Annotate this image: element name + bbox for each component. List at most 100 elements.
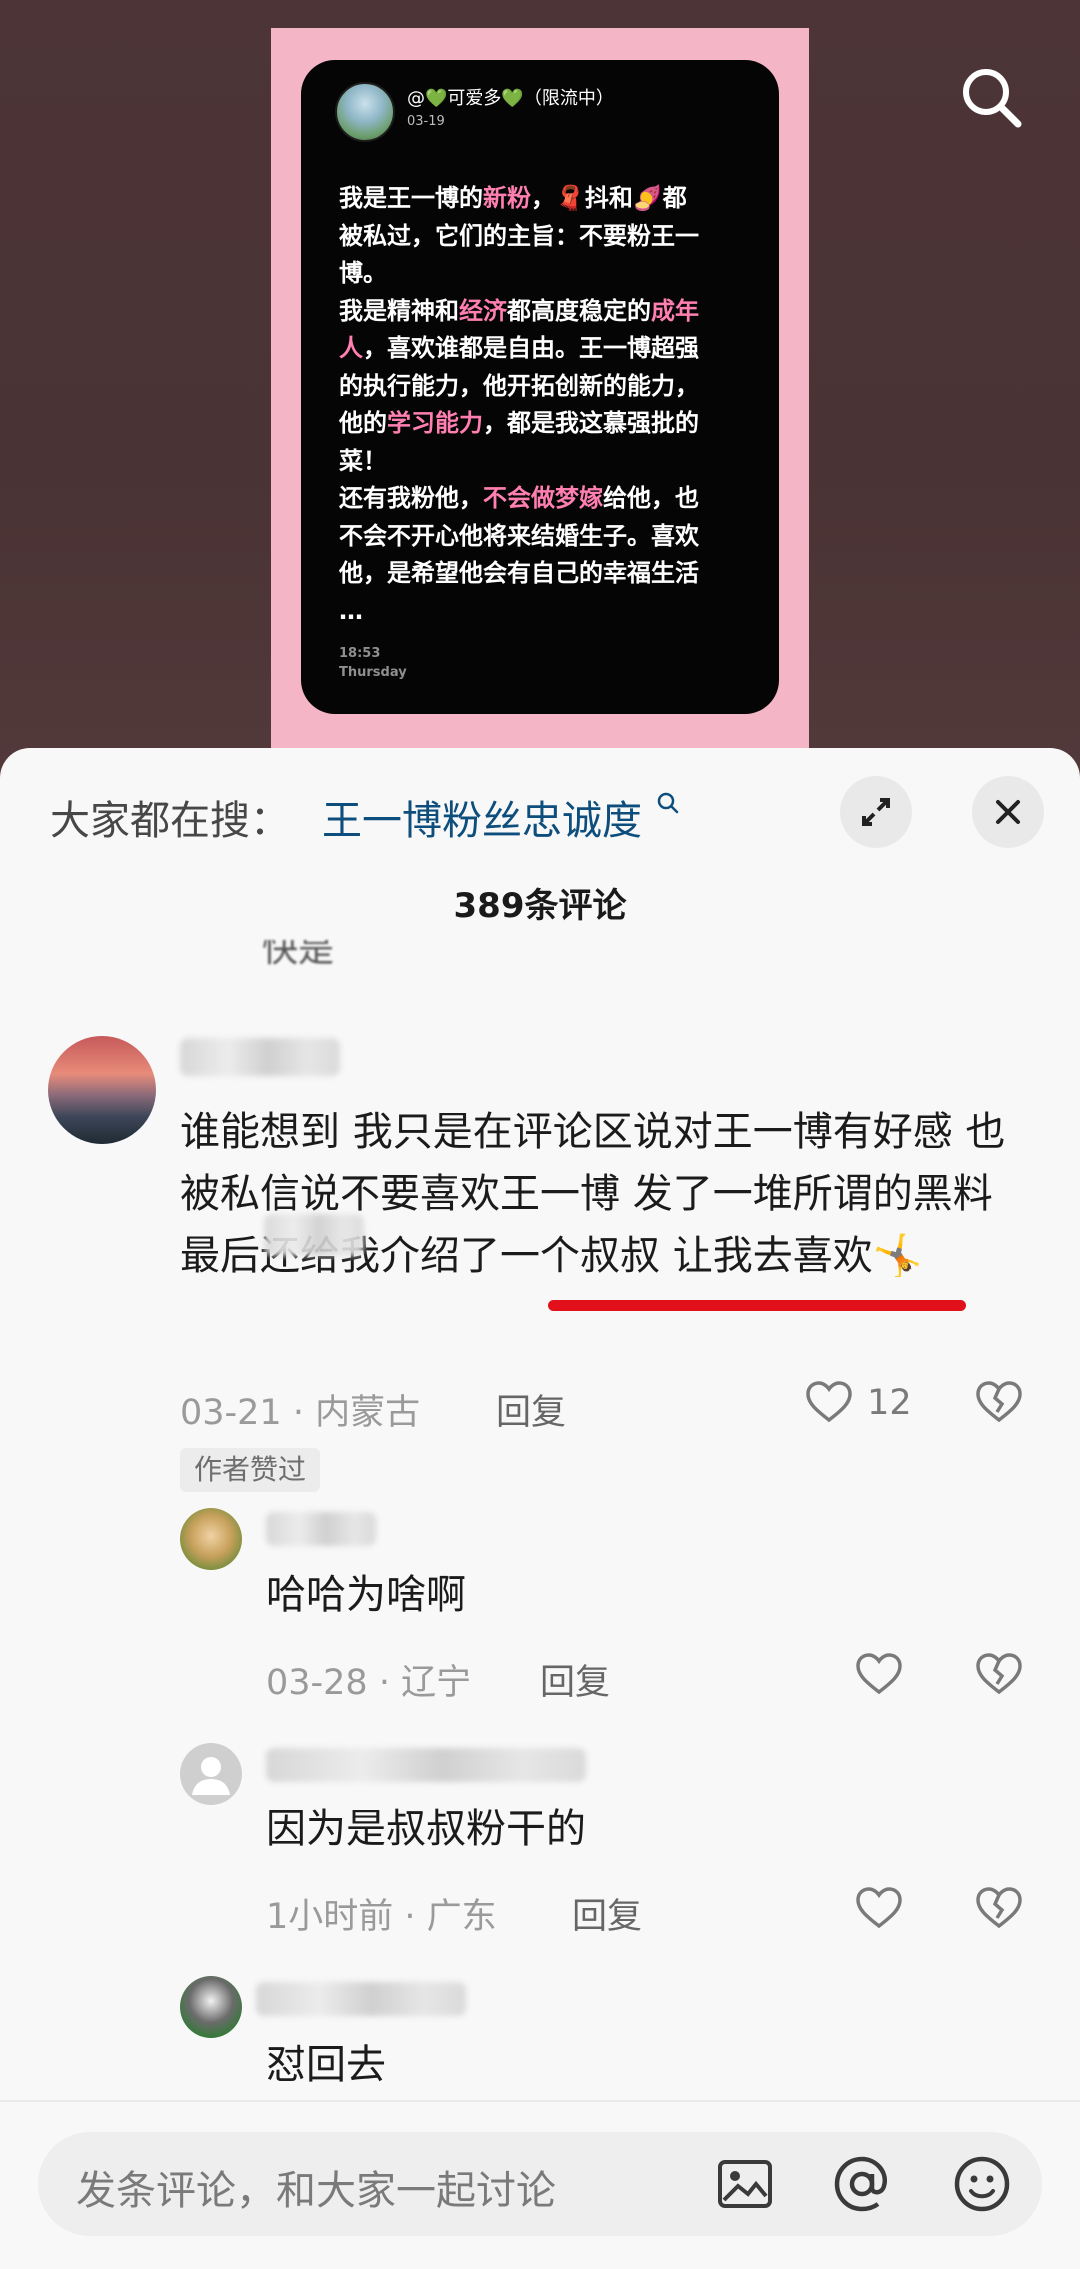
like-button[interactable]: 12: [804, 1378, 912, 1428]
reply-meta: 03-28 · 辽宁: [266, 1663, 472, 1703]
avatar[interactable]: [180, 1976, 242, 2038]
broken-heart-icon: [976, 1381, 1022, 1423]
card-text-segment: 的执行能力，他开拓创新的能力，: [339, 371, 699, 400]
comment-text: 谁能想到 我只是在评论区说对王一博有好感 也被私信说不要喜欢王一博 发了一堆所谓…: [180, 1109, 1006, 1279]
broken-heart-icon: [976, 1887, 1022, 1929]
card-text-segment: ，喜欢谁都是自由。王一博超强: [363, 334, 699, 362]
card-text-segment: 被私过，它们的主旨：不要粉王一: [339, 221, 699, 250]
comment-input[interactable]: 发条评论，和大家一起讨论: [38, 2132, 1042, 2236]
reply-location: 辽宁: [401, 1663, 472, 1703]
card-text-line: 他，是希望他会有自己的幸福生活: [339, 555, 751, 593]
card-text-segment: 菜！: [339, 446, 387, 475]
heart-icon: [856, 1653, 902, 1695]
card-text-line: 我是精神和经济都高度稳定的成年: [339, 293, 751, 331]
redaction-mark: [264, 1214, 364, 1256]
card-text-segment: 还有我粉他，: [339, 484, 483, 512]
avatar[interactable]: [180, 1743, 242, 1805]
previous-comment-fragment: 快是: [262, 940, 335, 966]
reply-date: 1小时前: [266, 1897, 394, 1937]
heart-icon: [856, 1887, 902, 1929]
dislike-button[interactable]: [974, 1650, 1024, 1704]
card-text-segment: 我是精神和: [339, 296, 459, 325]
card-text-segment: 他的: [339, 409, 387, 437]
image-button[interactable]: [716, 2156, 774, 2216]
highlighted-phrase: 学习能力: [387, 409, 483, 437]
avatar[interactable]: [180, 1508, 242, 1570]
reply-date: 03-28: [266, 1663, 368, 1703]
card-text-segment: …: [339, 596, 363, 625]
username-redacted[interactable]: [180, 1038, 340, 1076]
search-icon[interactable]: [956, 62, 1028, 134]
dislike-button[interactable]: [974, 1378, 1024, 1432]
username-redacted[interactable]: [266, 1512, 376, 1546]
reply-text: 因为是叔叔粉干的: [266, 1806, 586, 1852]
hot-search-term[interactable]: 王一博粉丝忠诚度: [322, 788, 681, 846]
like-count: 12: [867, 1383, 912, 1423]
card-weekday: Thursday: [339, 665, 407, 680]
card-text-line: …: [339, 593, 751, 631]
reply-text: 哈哈为啥啊: [266, 1572, 466, 1618]
like-button[interactable]: [854, 1650, 904, 1704]
username-redacted[interactable]: [256, 1982, 466, 2016]
card-text-segment: 都高度稳定的: [507, 296, 651, 325]
hot-search-label: 大家都在搜：: [50, 798, 290, 844]
author-liked-badge: 作者赞过: [180, 1448, 321, 1492]
comment-count: 389条评论: [453, 886, 627, 926]
reply-button[interactable]: 回复: [572, 1888, 642, 1939]
emoji-button[interactable]: [952, 2154, 1012, 2218]
card-text-line: 被私过，它们的主旨：不要粉王一: [339, 218, 751, 256]
close-icon: [996, 800, 1020, 824]
emoji-icon: [954, 2156, 1010, 2212]
expand-button[interactable]: [840, 776, 912, 848]
highlighted-phrase: 不会做梦嫁: [483, 484, 603, 512]
card-text-segment: 我是王一博的: [339, 184, 483, 212]
card-text-line: 不会不开心他将来结婚生子。喜欢: [339, 518, 751, 556]
card-text-line: 博。: [339, 255, 751, 293]
default-avatar-icon: [192, 1757, 230, 1795]
card-text-segment: 给他，也: [603, 484, 699, 512]
dislike-button[interactable]: [974, 1884, 1024, 1938]
close-button[interactable]: [972, 776, 1044, 848]
broken-heart-icon: [976, 1653, 1022, 1695]
card-date: 03-19: [407, 114, 445, 129]
card-time: 18:53: [339, 646, 381, 661]
highlighted-phrase: 新粉: [483, 184, 531, 212]
comments-sheet: 大家都在搜： 王一博粉丝忠诚度 389条评论 快是 谁能想到 我只是在评论区说对…: [0, 748, 1080, 2269]
card-text-line: 的执行能力，他开拓创新的能力，: [339, 368, 751, 406]
image-icon: [718, 2160, 772, 2208]
highlighted-phrase: 成年: [651, 296, 699, 325]
card-text-line: 人，喜欢谁都是自由。王一博超强: [339, 330, 751, 368]
card-text-segment: ，🧣抖和🍠都: [531, 184, 687, 212]
highlighted-phrase: 人: [339, 334, 363, 362]
like-button[interactable]: [854, 1884, 904, 1938]
comment-input-placeholder[interactable]: 发条评论，和大家一起讨论: [76, 2158, 556, 2216]
reply-button[interactable]: 回复: [540, 1654, 610, 1705]
video-area[interactable]: @💚可爱多💚（限流中） 03-19 我是王一博的新粉，🧣抖和🍠都被私过，它们的主…: [0, 0, 1080, 780]
card-text-segment: 不会不开心他将来结婚生子。喜欢: [339, 521, 699, 550]
card-text-line: 菜！: [339, 443, 751, 481]
red-underline-annotation: [548, 1300, 966, 1311]
comment-date: 03-21: [180, 1393, 282, 1433]
search-small-icon: [657, 792, 678, 814]
card-text: 我是王一博的新粉，🧣抖和🍠都被私过，它们的主旨：不要粉王一博。 我是精神和经济都高…: [339, 180, 751, 630]
expand-icon: [862, 798, 890, 826]
avatar[interactable]: [48, 1036, 156, 1144]
reply-meta: 1小时前 · 广东: [266, 1897, 497, 1937]
card-text-segment: 他，是希望他会有自己的幸福生活: [339, 559, 699, 587]
mention-button[interactable]: [832, 2154, 892, 2218]
heart-icon: [806, 1381, 852, 1423]
hot-search-text[interactable]: 王一博粉丝忠诚度: [322, 798, 642, 844]
reply-button[interactable]: 回复: [496, 1384, 566, 1435]
reply-text: 怼回去: [266, 2042, 386, 2088]
card-text-line: 他的学习能力，都是我这慕强批的: [339, 405, 751, 443]
post-image: @💚可爱多💚（限流中） 03-19 我是王一博的新粉，🧣抖和🍠都被私过，它们的主…: [271, 28, 809, 748]
comment-location: 内蒙古: [315, 1393, 421, 1433]
card-text-segment: ，都是我这慕强批的: [483, 409, 699, 437]
card-username: @💚可爱多💚（限流中）: [407, 88, 614, 109]
screenshot-card: @💚可爱多💚（限流中） 03-19 我是王一博的新粉，🧣抖和🍠都被私过，它们的主…: [301, 60, 779, 714]
username-redacted[interactable]: [266, 1748, 586, 1782]
card-avatar: [335, 82, 395, 142]
card-text-line: 还有我粉他，不会做梦嫁给他，也: [339, 480, 751, 518]
card-timestamp: 18:53 Thursday: [339, 644, 407, 682]
at-icon: [834, 2156, 888, 2212]
